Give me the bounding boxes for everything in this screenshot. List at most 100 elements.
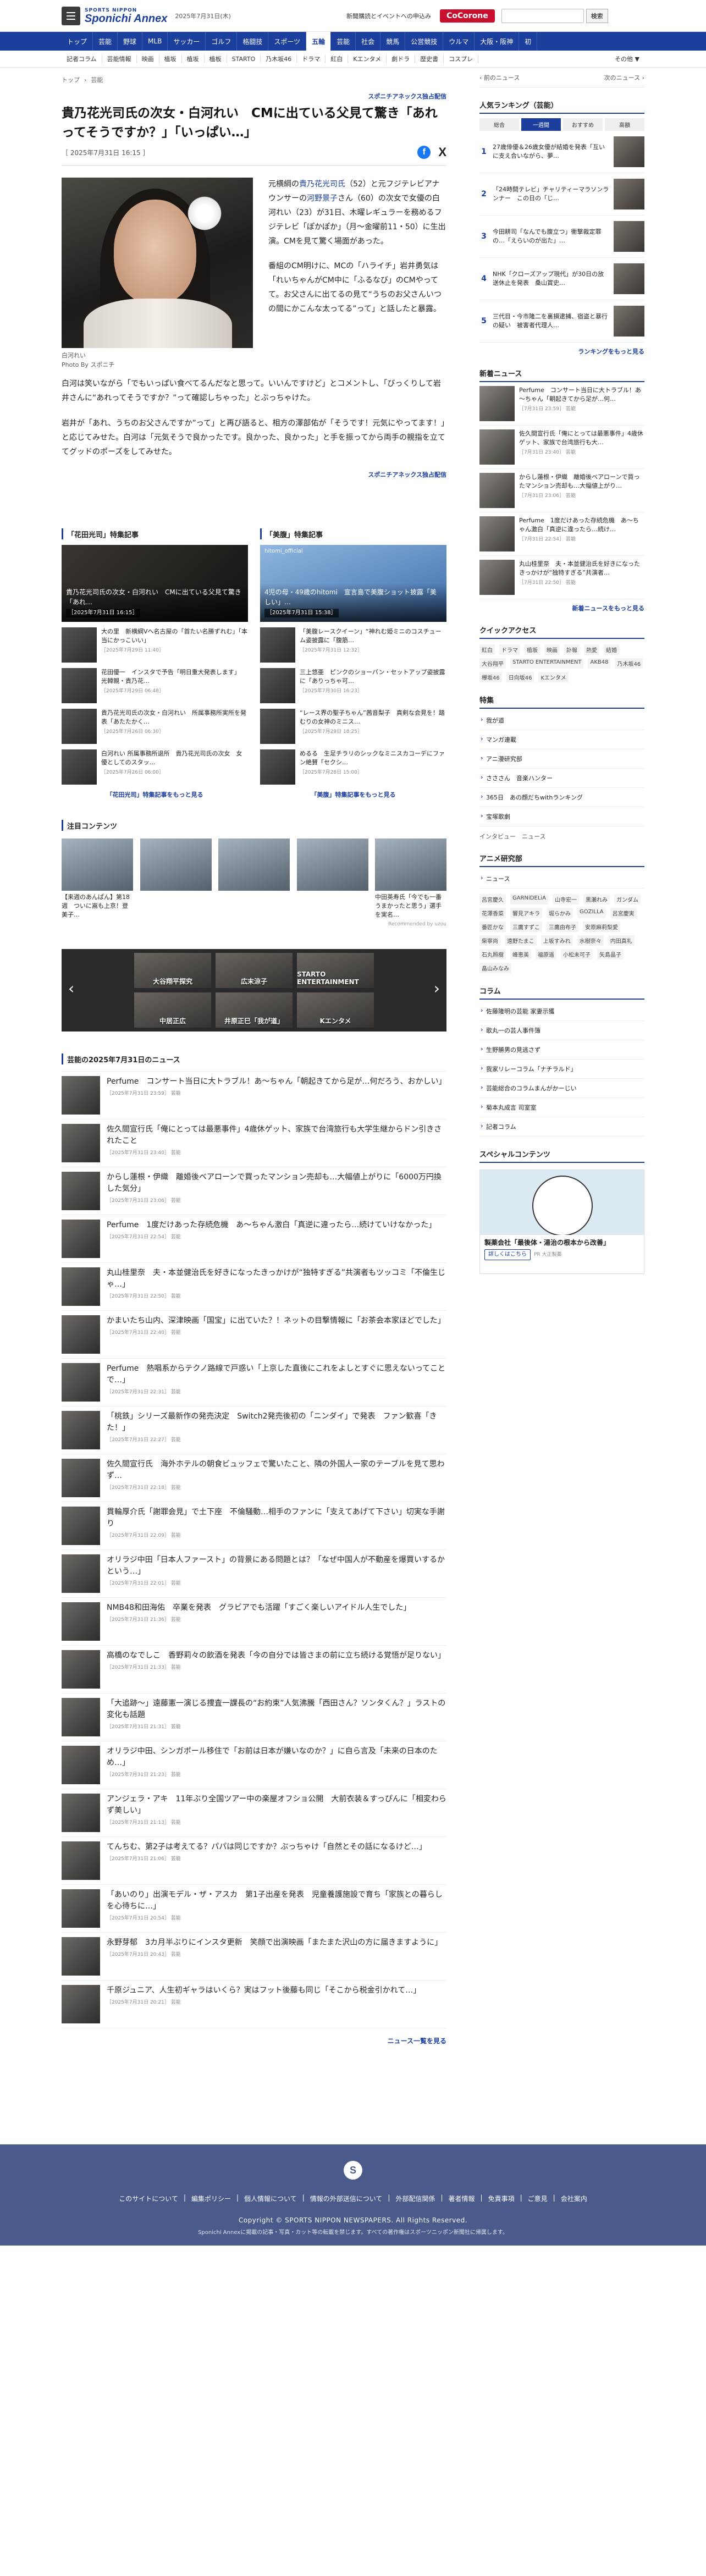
article-photo-image[interactable]	[62, 178, 253, 348]
quick-access-tag[interactable]: 紅白	[479, 644, 495, 655]
ranking-tab[interactable]: 一週間	[521, 118, 561, 131]
recommended-item[interactable]	[218, 839, 290, 919]
news-list-item[interactable]: アンジェラ・アキ 11年ぶり全国ツアー中の楽屋オフショ公開 大前衣装＆すっぴんに…	[62, 1789, 446, 1838]
anime-tag[interactable]: 安原麻莉梨愛	[583, 922, 620, 932]
news-list-item[interactable]: 「桃鉄」シリーズ最新作の発売決定 Switch2発売後初の「ニンダイ」で発表 フ…	[62, 1406, 446, 1455]
anime-tag[interactable]: 遠野たまこ	[505, 935, 537, 946]
subnav-item[interactable]: 乃木坂46	[261, 54, 297, 63]
news-list-item[interactable]: オリラジ中田、シンガポール移住で「お前は日本が嫌いなのか？」に自ら言及「未来の日…	[62, 1741, 446, 1790]
feature-link[interactable]: 宝塚歌劇	[479, 807, 644, 826]
anime-tag[interactable]: 花澤香菜	[479, 908, 506, 918]
subnav-item[interactable]: コスプレ	[444, 54, 479, 63]
quick-access-tag[interactable]: 植坂	[525, 644, 540, 655]
anime-tag[interactable]: 峰恵美	[510, 949, 531, 959]
new-news-item[interactable]: 丸山桂里奈 夫・本並健治氏を好きになったきっかけが“独特すぎる”共演者… ［7月3…	[479, 556, 644, 599]
anime-tag[interactable]: 堀らかみ	[547, 908, 573, 918]
ad-cta-button[interactable]: 詳しくはこちら	[484, 1249, 531, 1260]
footer-link[interactable]: このサイトについて	[119, 2194, 178, 2203]
subnav-item[interactable]: 植坂	[159, 54, 182, 63]
subnav-item[interactable]: STARTO	[227, 55, 261, 63]
news-more-link[interactable]: ニュース一覧を見る	[62, 2036, 446, 2045]
feature-link[interactable]: 365日 あの顔だちwithランキング	[479, 788, 644, 807]
footer-logo[interactable]: S	[344, 2161, 362, 2180]
anime-tag[interactable]: 呂宮慶久	[479, 894, 506, 904]
quick-access-tag[interactable]: AKB48	[588, 658, 611, 669]
news-list-item[interactable]: 佐久間宣行氏 海外ホテルの朝食ビュッフェで驚いたこと、隣の外国人一家のテーブルを…	[62, 1454, 446, 1503]
subnav-item[interactable]: 記者コラム	[62, 54, 102, 63]
quick-access-tag[interactable]: 訃報	[564, 644, 580, 655]
feature-list-item[interactable]: 三上悠亜 ピンクのショーパン・セットアップ姿披露に「ありっちゃ可… ［2025年7…	[260, 668, 446, 704]
anime-tag[interactable]: 番匠かな	[479, 922, 506, 932]
news-list-item[interactable]: NMB48和田海佑 卒業を発表 グラビアでも活躍「すごく楽しいアイドル人生でした…	[62, 1598, 446, 1646]
subnav-item[interactable]: その他 ▼	[610, 54, 644, 63]
search-button[interactable]: 検索	[586, 9, 608, 23]
anime-tag[interactable]: 上坂すみれ	[540, 935, 573, 946]
series-link-bottom[interactable]: スポニチアネックス独占配信	[62, 470, 446, 479]
footer-link[interactable]: 個人情報について	[244, 2194, 297, 2203]
feature-list-item[interactable]: “レース界の聖子ちゃん”茜音梨子 真剣な会見を！踏むりの女神のミニス… ［2025…	[260, 709, 446, 744]
footer-link[interactable]: 免責事項	[488, 2194, 515, 2203]
feature-more-link[interactable]: 「花田光司」特集記事をもっと見る	[62, 790, 248, 799]
gnav-item[interactable]: ゴルフ	[206, 32, 238, 51]
anime-tag[interactable]: 呂宮慶実	[610, 908, 637, 918]
anime-tag[interactable]: ガンダム	[614, 894, 641, 904]
anime-tag[interactable]: 矢島晶子	[597, 949, 624, 959]
gnav-item[interactable]: スポーツ	[268, 32, 307, 51]
news-list-item[interactable]: 貫輪厚介氏「謝罪会見」で土下座 不倫騒動…相手のファンに「支えてあげて下さい」切…	[62, 1502, 446, 1551]
hamburger-menu-icon[interactable]	[62, 7, 80, 25]
gnav-item[interactable]: ウルマ	[443, 32, 475, 51]
anime-tag[interactable]: 山寺宏一	[553, 894, 580, 904]
carousel-tile[interactable]: Kエンタメ	[297, 992, 374, 1028]
quick-access-tag[interactable]: Kエンタメ	[538, 672, 569, 682]
quick-access-tag[interactable]: 映画	[544, 644, 560, 655]
carousel-tile[interactable]: STARTO ENTERTAINMENT	[297, 953, 374, 989]
anime-tag[interactable]: 三鷹すずこ	[510, 922, 542, 932]
news-list-item[interactable]: てんちむ、第2子は考えてる？パパは同じですか？ぶっちゃけ「自然とその話になるけど…	[62, 1837, 446, 1885]
ranking-tab[interactable]: 高額	[605, 118, 644, 131]
ranking-tab[interactable]: 総合	[479, 118, 519, 131]
carousel-tile[interactable]: 大谷翔平探究	[134, 953, 211, 989]
feature-list-item[interactable]: めるる 生足チラリのシックなミニスカコーデにファン絶賛「セクシ… ［2025年7月…	[260, 749, 446, 785]
column-link[interactable]: 生野勝男の見逃さず	[479, 1040, 644, 1060]
gnav-item[interactable]: 初	[519, 32, 538, 51]
quick-access-tag[interactable]: 結婚	[604, 644, 619, 655]
column-link[interactable]: 我家リレーコラム「ナチラルド」	[479, 1060, 644, 1079]
news-list-item[interactable]: 丸山桂里奈 夫・本並健治氏を好きになったきっかけが“独特すぎる”共演者もツッコミ…	[62, 1263, 446, 1311]
ranking-item[interactable]: 5 三代目・今市隆二を裏損逮捕、宿盗と暴行の疑い 被害者代理人…	[479, 300, 644, 343]
ranking-item[interactable]: 4 NHK「クローズアップ現代」が30日の放送休止を発表 桑山賞史…	[479, 258, 644, 300]
gnav-item[interactable]: 社会	[356, 32, 381, 51]
anime-tag[interactable]: 福原遥	[536, 949, 556, 959]
ranking-item[interactable]: 1 27歳俳優＆26歳女優が結婚を発表「互いに支え合いながら、夢…	[479, 131, 644, 173]
subnav-item[interactable]: 植坂	[182, 54, 205, 63]
news-list-item[interactable]: Perfume 1度だけあった存続危機 あ～ちゃん激白「真逆に違ったら…続けてい…	[62, 1215, 446, 1264]
column-link[interactable]: 佐藤隆明の芸能 家妻示獲	[479, 1002, 644, 1021]
footer-link[interactable]: 外部配信関係	[395, 2194, 435, 2203]
carousel-prev-icon[interactable]: ‹	[68, 979, 74, 997]
carousel-tile[interactable]: 中居正広	[134, 992, 211, 1028]
new-news-item[interactable]: Perfume コンサート当日に大トラブル！あ～ちゃん「朝起きてから足が…何… ［…	[479, 382, 644, 426]
cocorone-banner[interactable]: CoCorone	[439, 9, 495, 23]
gnav-item[interactable]: トップ	[62, 32, 93, 51]
anime-tag[interactable]: 三鷹由布子	[547, 922, 578, 932]
news-list-item[interactable]: 佐久間宣行氏「俺にとっては最悪事件」4歳休ゲット、家族で台湾旅行も大学生継からド…	[62, 1119, 446, 1168]
anime-tag[interactable]: 黒瀬れみ	[583, 894, 610, 904]
ranking-item[interactable]: 2 「24時間テレビ」チャリティーマラソンランナー この日の「じ…	[479, 173, 644, 216]
carousel-tile[interactable]: 井原正巳「我が道」	[216, 992, 293, 1028]
news-list-item[interactable]: 高橋のなでしこ 香野莉々の飲酒を発表「今の自分では皆さまの前に立ち続ける覚悟が足…	[62, 1646, 446, 1694]
news-list-item[interactable]: からし蓮根・伊織 離婚後ベアローンで買ったマンション売却も…大幅値上がりに「60…	[62, 1167, 446, 1216]
footer-link[interactable]: 編集ポリシー	[191, 2194, 231, 2203]
subnav-item[interactable]: 劇ドラ	[387, 54, 416, 63]
feature-hero[interactable]: 貴乃花光司氏の次女・白河れい CMに出ている父見て驚き「あれ… ［2025年7月3…	[62, 545, 248, 622]
news-list-item[interactable]: かまいたち山内、深津映画「国宝」に出ていた？！ネットの目撃情報に「お茶会本家ほど…	[62, 1311, 446, 1359]
anime-tag[interactable]: 畠山みなみ	[479, 963, 511, 973]
gnav-item[interactable]: 五輪	[306, 32, 332, 51]
gnav-item[interactable]: 大阪・阪神	[475, 32, 520, 51]
gnav-item[interactable]: 野球	[118, 32, 143, 51]
anime-news-link[interactable]: ニュース	[479, 869, 644, 889]
series-link-top[interactable]: スポニチアネックス独占配信	[62, 92, 446, 101]
news-list-item[interactable]: Perfume コンサート当日に大トラブル！あ～ちゃん「朝起きてから足が…何だろ…	[62, 1072, 446, 1120]
footer-link[interactable]: 会社案内	[561, 2194, 587, 2203]
carousel-next-icon[interactable]: ›	[434, 979, 440, 997]
quick-access-tag[interactable]: 日向坂46	[506, 672, 534, 682]
quick-access-tag[interactable]: ドラマ	[499, 644, 520, 655]
